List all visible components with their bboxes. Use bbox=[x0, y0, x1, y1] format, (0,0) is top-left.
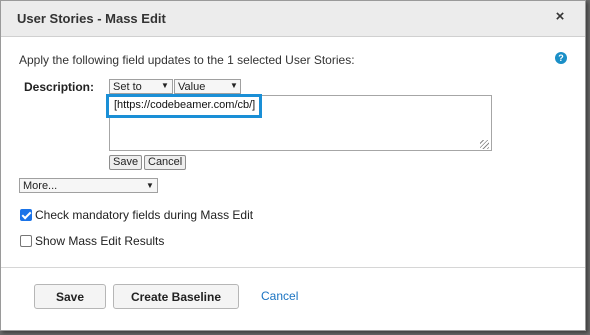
operation-select[interactable]: Set to bbox=[109, 79, 173, 94]
resize-grip-icon[interactable] bbox=[480, 140, 489, 149]
close-icon[interactable]: × bbox=[553, 9, 567, 24]
show-results-checkbox[interactable] bbox=[20, 235, 32, 247]
check-mandatory-label: Check mandatory fields during Mass Edit bbox=[35, 208, 254, 222]
more-fields-select[interactable]: More... bbox=[19, 178, 158, 193]
mass-edit-dialog: User Stories - Mass Edit × Apply the fol… bbox=[0, 0, 586, 331]
mode-select[interactable]: Value bbox=[174, 79, 241, 94]
dialog-titlebar: User Stories - Mass Edit × bbox=[1, 1, 585, 37]
description-value-highlight[interactable]: [https://codebeamer.com/cb/] bbox=[106, 94, 262, 118]
description-value-text: [https://codebeamer.com/cb/] bbox=[114, 99, 256, 111]
show-results-row[interactable]: Show Mass Edit Results bbox=[20, 234, 164, 248]
dialog-title: User Stories - Mass Edit bbox=[17, 11, 166, 26]
description-save-button[interactable]: Save bbox=[109, 155, 142, 170]
save-button[interactable]: Save bbox=[34, 284, 106, 309]
create-baseline-button[interactable]: Create Baseline bbox=[113, 284, 239, 309]
show-results-label: Show Mass Edit Results bbox=[35, 234, 165, 248]
intro-text: Apply the following field updates to the… bbox=[19, 53, 355, 67]
footer-divider bbox=[1, 267, 585, 268]
description-cancel-button[interactable]: Cancel bbox=[144, 155, 186, 170]
check-mandatory-checkbox[interactable] bbox=[20, 209, 32, 221]
check-mandatory-row[interactable]: Check mandatory fields during Mass Edit bbox=[20, 208, 253, 222]
cancel-link[interactable]: Cancel bbox=[261, 289, 298, 303]
description-label: Description: bbox=[24, 80, 95, 94]
help-icon[interactable]: ? bbox=[555, 52, 567, 64]
